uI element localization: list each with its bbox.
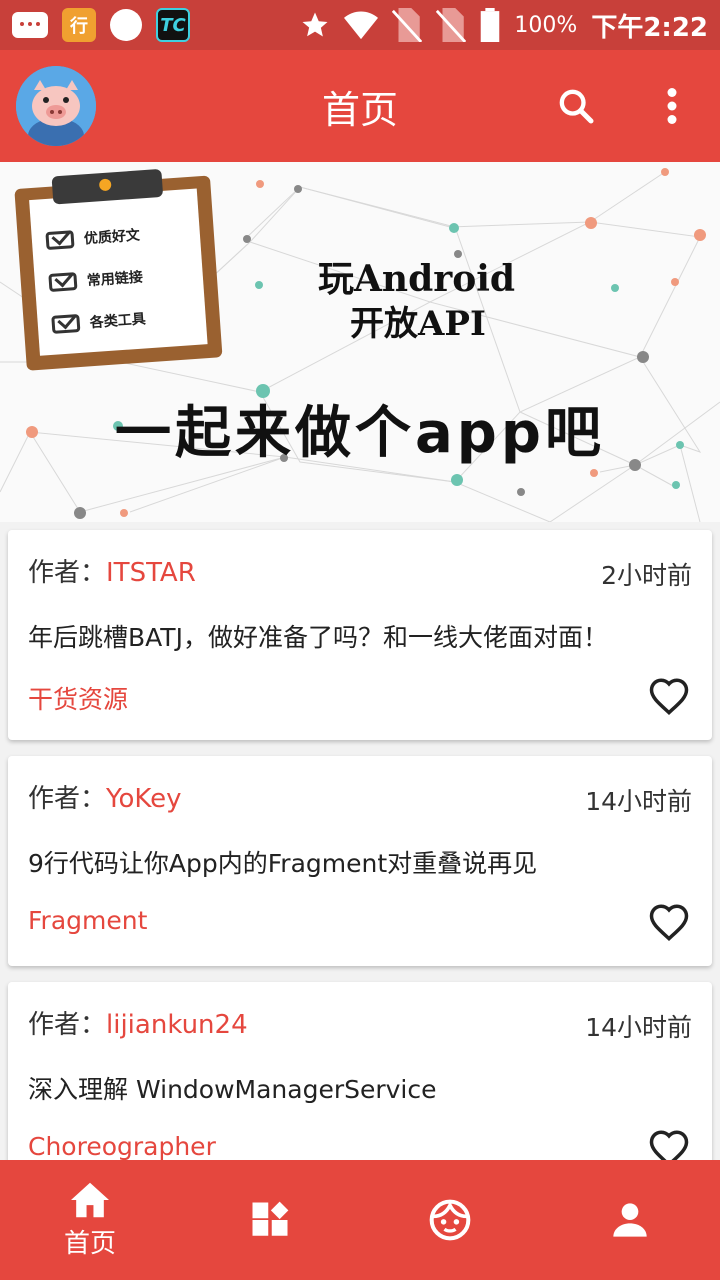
bottom-navigation: 首页	[0, 1160, 720, 1280]
circle-notification-icon	[110, 9, 142, 41]
nav-categories[interactable]	[180, 1160, 360, 1280]
widgets-icon	[252, 1201, 289, 1236]
more-options-button[interactable]	[648, 82, 696, 130]
article-card[interactable]: 作者：ITSTAR 2小时前 年后跳槽BATJ，做好准备了吗？和一线大佬面对面！…	[8, 530, 712, 740]
checkbox-icon	[45, 230, 75, 251]
home-icon	[71, 1182, 109, 1217]
author-row: 作者：YoKey	[28, 778, 182, 815]
heart-icon[interactable]	[648, 902, 690, 942]
publish-time: 14小时前	[585, 787, 692, 816]
battery-icon	[481, 8, 500, 42]
article-title[interactable]: 年后跳槽BATJ，做好准备了吗？和一线大佬面对面！	[28, 618, 608, 654]
wifi-icon	[344, 11, 379, 40]
banner-subtitle: 开放API	[350, 304, 486, 344]
banner-title: 玩Android	[318, 258, 516, 300]
author-label: 作者：	[28, 1010, 107, 1040]
article-tag[interactable]: 干货资源	[28, 680, 128, 716]
app-bar: 首页	[0, 50, 720, 162]
checkbox-icon	[48, 272, 78, 292]
star-icon	[302, 12, 328, 37]
tc-app-icon: TC	[156, 8, 190, 42]
no-sim-icon-2	[436, 8, 467, 42]
nav-profile[interactable]	[540, 1160, 720, 1280]
publish-time: 2小时前	[601, 561, 692, 590]
publish-time: 14小时前	[585, 1013, 692, 1042]
article-title[interactable]: 9行代码让你App内的Fragment对重叠说再见	[28, 844, 537, 880]
clock: 下午2:22	[591, 12, 708, 43]
search-icon	[559, 89, 594, 124]
message-notification-icon	[12, 12, 48, 38]
author-label: 作者：	[28, 784, 107, 814]
nav-home-label: 首页	[63, 1228, 116, 1259]
author-label: 作者：	[28, 558, 107, 588]
nav-discover[interactable]	[360, 1160, 540, 1280]
author-row: 作者：lijiankun24	[28, 1004, 248, 1041]
author-name[interactable]: ITSTAR	[106, 558, 196, 588]
article-title[interactable]: 深入理解 WindowManagerService	[28, 1070, 437, 1106]
author-name[interactable]: lijiankun24	[106, 1010, 248, 1040]
page-title: 首页	[321, 87, 398, 132]
battery-percent: 100%	[514, 12, 578, 38]
clipboard-illustration: 优质好文 常用链接 各类工具	[14, 165, 227, 371]
banner-slogan: 一起来做个app吧	[115, 401, 605, 466]
author-name[interactable]: YoKey	[106, 784, 181, 814]
search-button[interactable]	[552, 82, 600, 130]
more-vertical-icon	[667, 88, 677, 124]
author-row: 作者：ITSTAR	[28, 552, 196, 589]
status-bar: 行 TC 100% 下午2:22	[0, 0, 720, 50]
heart-icon[interactable]	[648, 676, 690, 716]
banner[interactable]: 优质好文 常用链接 各类工具 玩Android 开放API 一起来做个app吧	[0, 162, 720, 522]
article-tag[interactable]: Fragment	[28, 906, 147, 935]
nav-home[interactable]: 首页	[0, 1160, 180, 1280]
article-card[interactable]: 作者：YoKey 14小时前 9行代码让你App内的Fragment对重叠说再见…	[8, 756, 712, 966]
person-icon	[613, 1203, 647, 1237]
face-icon	[429, 1199, 471, 1241]
no-sim-icon	[392, 8, 423, 42]
checkbox-icon	[51, 313, 81, 334]
app-notification-icon: 行	[62, 8, 96, 42]
article-tag[interactable]: Choreographer	[28, 1132, 216, 1161]
